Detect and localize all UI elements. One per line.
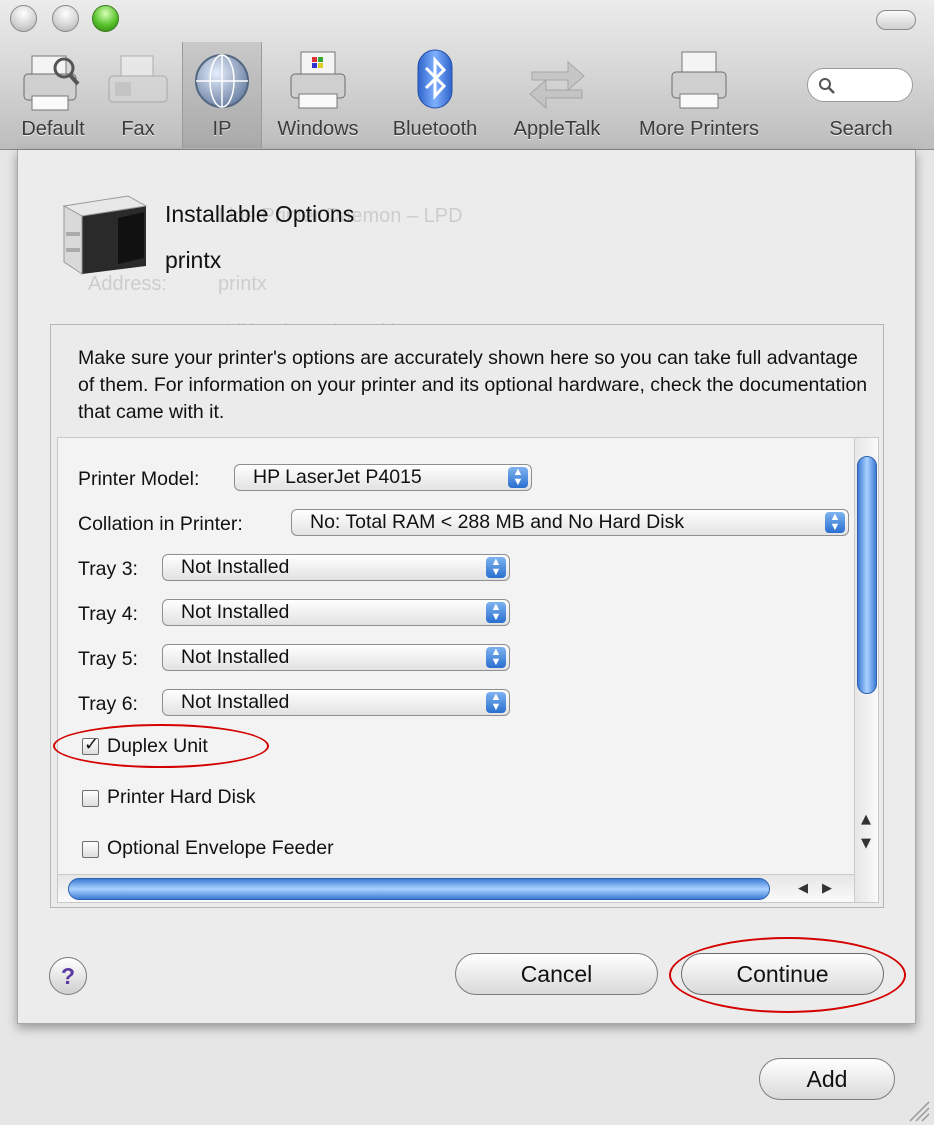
tray6-label: Tray 6: [78, 693, 138, 715]
checkmark-icon: ✓ [84, 734, 100, 755]
help-button[interactable]: ? [49, 957, 87, 995]
collation-value: No: Total RAM < 288 MB and No Hard Disk [310, 511, 685, 533]
windows-printer-icon [290, 51, 346, 109]
toolbar: Default Fax IP Windows Bluetooth AppleTa… [0, 0, 934, 150]
tray3-popup[interactable]: Not Installed ▲ ▼ [162, 554, 510, 581]
vertical-scrollbar[interactable]: ▲ ▼ [854, 438, 878, 902]
envelope-feeder-checkbox[interactable] [82, 841, 99, 858]
globe-icon [195, 54, 249, 108]
tray5-popup[interactable]: Not Installed ▲ ▼ [162, 644, 510, 671]
popup-arrows-icon: ▲ ▼ [825, 512, 845, 533]
scroll-right-arrow-icon[interactable]: ▶ [822, 881, 832, 896]
popup-arrows-icon: ▲ ▼ [508, 467, 528, 488]
popup-arrows-icon: ▲ ▼ [486, 557, 506, 578]
intro-text: Make sure your printer's options are acc… [78, 347, 868, 423]
hard-disk-checkbox[interactable] [82, 790, 99, 807]
toolbar-bluetooth[interactable]: Bluetooth [380, 42, 490, 148]
scroll-left-arrow-icon[interactable]: ◀ [798, 881, 808, 896]
toolbar-default-label: Default [21, 118, 85, 140]
minimize-window-button[interactable] [52, 5, 79, 32]
popup-arrows-icon: ▲ ▼ [486, 647, 506, 668]
scroll-up-arrow-icon[interactable]: ▲ [861, 812, 871, 827]
toolbar-more-printers[interactable]: More Printers [626, 42, 772, 148]
collation-popup[interactable]: No: Total RAM < 288 MB and No Hard Disk … [291, 509, 849, 536]
printer-model-label: Printer Model: [78, 468, 200, 490]
collation-label: Collation in Printer: [78, 513, 243, 535]
toolbar-fax-label: Fax [121, 118, 155, 140]
fax-icon [108, 55, 168, 103]
toolbar-bluetooth-label: Bluetooth [392, 118, 478, 140]
printer-model-popup[interactable]: HP LaserJet P4015 ▲ ▼ [234, 464, 532, 491]
toolbar-more-printers-label: More Printers [638, 118, 760, 140]
toolbar-default[interactable]: Default [8, 42, 98, 148]
toolbar-appletalk[interactable]: AppleTalk [500, 42, 614, 148]
horizontal-scrollbar[interactable]: ◀ ▶ [58, 874, 854, 902]
horizontal-scroll-thumb[interactable] [68, 878, 770, 900]
options-list: Printer Model: HP LaserJet P4015 ▲ ▼ Coll… [57, 437, 879, 903]
toolbar-windows-label: Windows [277, 118, 359, 140]
tray5-label: Tray 5: [78, 648, 138, 670]
ghost-address: printx [218, 273, 267, 295]
printer-model-value: HP LaserJet P4015 [253, 466, 422, 488]
cancel-button[interactable]: Cancel [455, 953, 658, 995]
tray6-value: Not Installed [181, 691, 290, 713]
printer-image [62, 195, 148, 275]
search-icon [819, 78, 835, 94]
resize-grip-icon[interactable] [906, 1100, 930, 1122]
add-printer-window: Default Fax IP Windows Bluetooth AppleTa… [0, 0, 934, 1125]
hard-disk-label: Printer Hard Disk [107, 786, 256, 808]
printer-icon [671, 51, 727, 109]
search-field[interactable] [807, 68, 913, 102]
add-button[interactable]: Add [759, 1058, 895, 1100]
printer-name: printx [165, 247, 222, 273]
tray3-label: Tray 3: [78, 558, 138, 580]
sheet-title: Installable Options [165, 201, 355, 227]
toolbar-appletalk-label: AppleTalk [513, 118, 601, 140]
ghost-address-label: Address: [88, 273, 167, 295]
toolbar-ip-label: IP [212, 118, 232, 140]
tray4-popup[interactable]: Not Installed ▲ ▼ [162, 599, 510, 626]
popup-arrows-icon: ▲ ▼ [486, 602, 506, 623]
tray4-label: Tray 4: [78, 603, 138, 625]
continue-button[interactable]: Continue [681, 953, 884, 995]
toolbar-windows[interactable]: Windows [268, 42, 368, 148]
tray4-value: Not Installed [181, 601, 290, 623]
tray3-value: Not Installed [181, 556, 290, 578]
toolbar-fax[interactable]: Fax [98, 42, 178, 148]
printer-search-icon [23, 55, 80, 111]
toolbar-search-label: Search [829, 118, 893, 140]
vertical-scroll-thumb[interactable] [857, 456, 877, 694]
appletalk-arrows-icon [529, 60, 585, 110]
bluetooth-icon [417, 49, 453, 109]
duplex-label: Duplex Unit [107, 735, 208, 757]
toolbar-ip[interactable]: IP [182, 42, 262, 148]
zoom-window-button[interactable] [92, 5, 119, 32]
popup-arrows-icon: ▲ ▼ [486, 692, 506, 713]
envelope-feeder-label: Optional Envelope Feeder [107, 837, 334, 859]
options-box: Make sure your printer's options are acc… [50, 324, 884, 908]
close-window-button[interactable] [10, 5, 37, 32]
duplex-checkbox[interactable]: ✓ [82, 734, 99, 755]
tray5-value: Not Installed [181, 646, 290, 668]
toolbar-toggle-button[interactable] [876, 10, 916, 30]
tray6-popup[interactable]: Not Installed ▲ ▼ [162, 689, 510, 716]
installable-options-sheet: Line Printer Daemon – LPD Address: print… [17, 150, 916, 1024]
scroll-down-arrow-icon[interactable]: ▼ [861, 836, 871, 851]
